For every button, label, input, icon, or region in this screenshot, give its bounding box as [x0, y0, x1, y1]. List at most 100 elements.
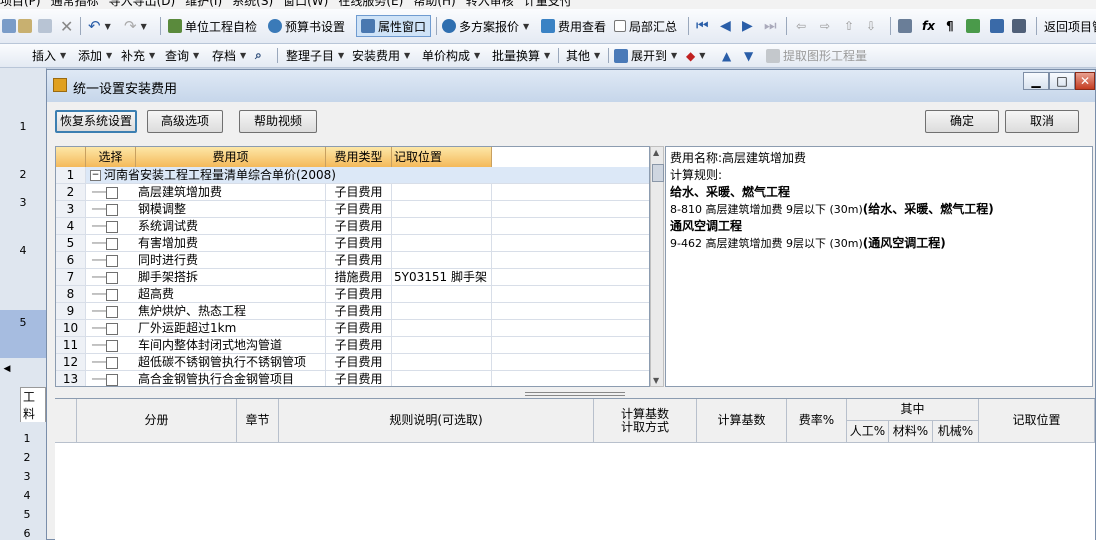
close-button[interactable]: ✕ [1075, 72, 1095, 90]
paragraph-icon[interactable]: ¶ [946, 9, 954, 43]
scroll-down-icon[interactable]: ▼ [653, 376, 659, 385]
list-icon[interactable] [1012, 9, 1029, 43]
menu-item[interactable]: 转入审核 [466, 0, 514, 8]
table-row[interactable]: 8 ── 超高费 子目费用 [56, 286, 649, 303]
redo-icon[interactable]: ↷ ▼ [124, 9, 147, 43]
supplement-button[interactable]: 补充 ▼ [121, 44, 155, 67]
table-row[interactable]: 7 ── 脚手架搭拆 措施费用 5Y03151 脚手架 [56, 269, 649, 286]
unit-check-button[interactable]: 单位工程自检 [168, 9, 257, 43]
insert-button[interactable]: 插入 ▼ [32, 44, 66, 67]
table-row[interactable]: 3 ── 钢模调整 子目费用 [56, 201, 649, 218]
help-video-button[interactable]: 帮助视频 [239, 110, 317, 133]
property-window-button[interactable]: 属性窗口 [356, 15, 432, 37]
row-checkbox[interactable] [106, 373, 119, 386]
table-row[interactable]: 5 ── 有害增加费 子目费用 [56, 235, 649, 252]
row-checkbox[interactable] [106, 271, 119, 284]
menu-item[interactable]: 维护(I) [185, 0, 222, 8]
grid-vertical-scrollbar[interactable]: ▲ ▼ [650, 146, 664, 387]
row-checkbox[interactable] [106, 305, 119, 318]
move-up-icon[interactable]: ⇧ [844, 9, 854, 43]
menu-item[interactable]: 系统(S) [232, 0, 273, 8]
root-fee-item: 河南省安装工程工程量清单综合单价(2008) [104, 168, 336, 182]
restore-system-settings-button[interactable]: 恢复系统设置 [55, 110, 137, 133]
move-right-icon[interactable]: ⇨ [820, 9, 830, 43]
table-row[interactable]: 2 ── 高层建筑增加费 子目费用 [56, 184, 649, 201]
next-icon[interactable]: ▶ [742, 9, 753, 43]
last-icon[interactable]: ⏭ [764, 9, 777, 43]
prev-icon[interactable]: ◀ [720, 9, 731, 43]
menu-item[interactable]: 在线服务(E) [338, 0, 403, 8]
scroll-up-icon[interactable]: ▲ [653, 148, 659, 157]
multi-quote-button[interactable]: 多方案报价 ▼ [442, 9, 529, 43]
table-row[interactable]: 12 ── 超低碳不锈钢管执行不锈钢管项 子目费用 [56, 354, 649, 371]
undo-icon[interactable]: ↶ ▼ [88, 9, 111, 43]
back-project-button[interactable]: 返回项目管 [1044, 9, 1096, 43]
up-arrow-icon[interactable]: ▲ [722, 44, 731, 67]
table-row[interactable]: 4 ── 系统调试费 子目费用 [56, 218, 649, 235]
row-checkbox[interactable] [106, 339, 119, 352]
delete-icon[interactable]: ✕ [60, 9, 73, 43]
new-icon[interactable] [2, 9, 19, 43]
fee-view-button[interactable]: 费用查看 [541, 9, 606, 43]
table-row[interactable]: 10 ── 厂外运距超过1km 子目费用 [56, 320, 649, 337]
row-checkbox[interactable] [106, 203, 119, 216]
table-row[interactable]: 6 ── 同时进行费 子目费用 [56, 252, 649, 269]
paste-icon[interactable] [18, 9, 35, 43]
advanced-options-button[interactable]: 高级选项 [147, 110, 223, 133]
menu-item[interactable]: 项目(P) [0, 0, 41, 8]
unit-price-button[interactable]: 单价构成 ▼ [422, 44, 480, 67]
menu-item[interactable]: 帮助(H) [413, 0, 455, 8]
color-fill-icon[interactable]: ◆ ▼ [686, 44, 705, 67]
scroll-thumb[interactable] [652, 164, 664, 182]
ok-button[interactable]: 确定 [925, 110, 999, 133]
down-arrow-icon[interactable]: ▼ [744, 44, 753, 67]
first-icon[interactable]: ⏮ [696, 9, 709, 43]
calculator-icon[interactable] [898, 9, 915, 43]
box-icon[interactable] [966, 9, 983, 43]
expand-button[interactable]: 展开到 ▼ [614, 44, 677, 67]
move-down-icon[interactable]: ⇩ [866, 9, 876, 43]
row-fee-item: 超高费 [136, 286, 326, 302]
menu-item[interactable]: 计量支付 [524, 0, 572, 8]
query-button[interactable]: 查询 ▼ [165, 44, 199, 67]
collapse-icon[interactable]: − [90, 170, 101, 181]
menu-item[interactable]: 导入导出(D) [109, 0, 176, 8]
row-checkbox[interactable] [106, 288, 119, 301]
row-checkbox[interactable] [106, 237, 119, 250]
table-row-root[interactable]: 1 − 河南省安装工程工程量清单综合单价(2008) [56, 167, 649, 184]
move-left-icon[interactable]: ⇦ [796, 9, 806, 43]
copy-icon[interactable] [38, 9, 55, 43]
partial-summary-button[interactable]: 局部汇总 [614, 9, 677, 43]
menu-item[interactable]: 窗口(W) [283, 0, 328, 8]
maximize-button[interactable]: □ [1049, 72, 1075, 90]
table-row[interactable]: 11 ── 车间内整体封闭式地沟管道 子目费用 [56, 337, 649, 354]
row-checkbox[interactable] [106, 254, 119, 267]
row-number: 1 [19, 120, 27, 133]
table-row[interactable]: 9 ── 焦炉烘炉、热态工程 子目费用 [56, 303, 649, 320]
row-checkbox[interactable] [106, 186, 119, 199]
row-checkbox[interactable] [106, 322, 119, 335]
binoculars-icon[interactable]: ⌕ [255, 44, 262, 67]
archive-button[interactable]: 存档 ▼ [212, 44, 246, 67]
arrange-button[interactable]: 整理子目 ▼ [286, 44, 344, 67]
row-checkbox[interactable] [106, 356, 119, 369]
header-chapter: 章节 [237, 399, 279, 443]
batch-convert-button[interactable]: 批量换算 ▼ [492, 44, 550, 67]
other-button[interactable]: 其他 ▼ [566, 44, 600, 67]
row-checkbox[interactable] [106, 220, 119, 233]
table-row[interactable]: 13 ── 高合金钢管执行合金钢管项目 子目费用 [56, 371, 649, 386]
cancel-button[interactable]: 取消 [1005, 110, 1079, 133]
menu-item[interactable]: 通常指标 [51, 0, 99, 8]
budget-settings-button[interactable]: 预算书设置 [268, 9, 345, 43]
minimize-button[interactable]: ▁ [1023, 72, 1049, 90]
add-button[interactable]: 添加 ▼ [78, 44, 112, 67]
extract-button[interactable]: 提取图形工程量 [766, 44, 867, 67]
formula-icon[interactable]: fx [922, 9, 935, 43]
chart-icon[interactable] [990, 9, 1007, 43]
scroll-left-icon[interactable]: ◀ [0, 364, 14, 378]
row-number-selected[interactable]: 5 [0, 310, 46, 358]
header-select: 选择 [86, 147, 136, 167]
panel-splitter[interactable] [55, 391, 1089, 396]
tab-materials[interactable]: 工料 [20, 387, 46, 422]
install-fee-button[interactable]: 安装费用 ▼ [352, 44, 410, 67]
